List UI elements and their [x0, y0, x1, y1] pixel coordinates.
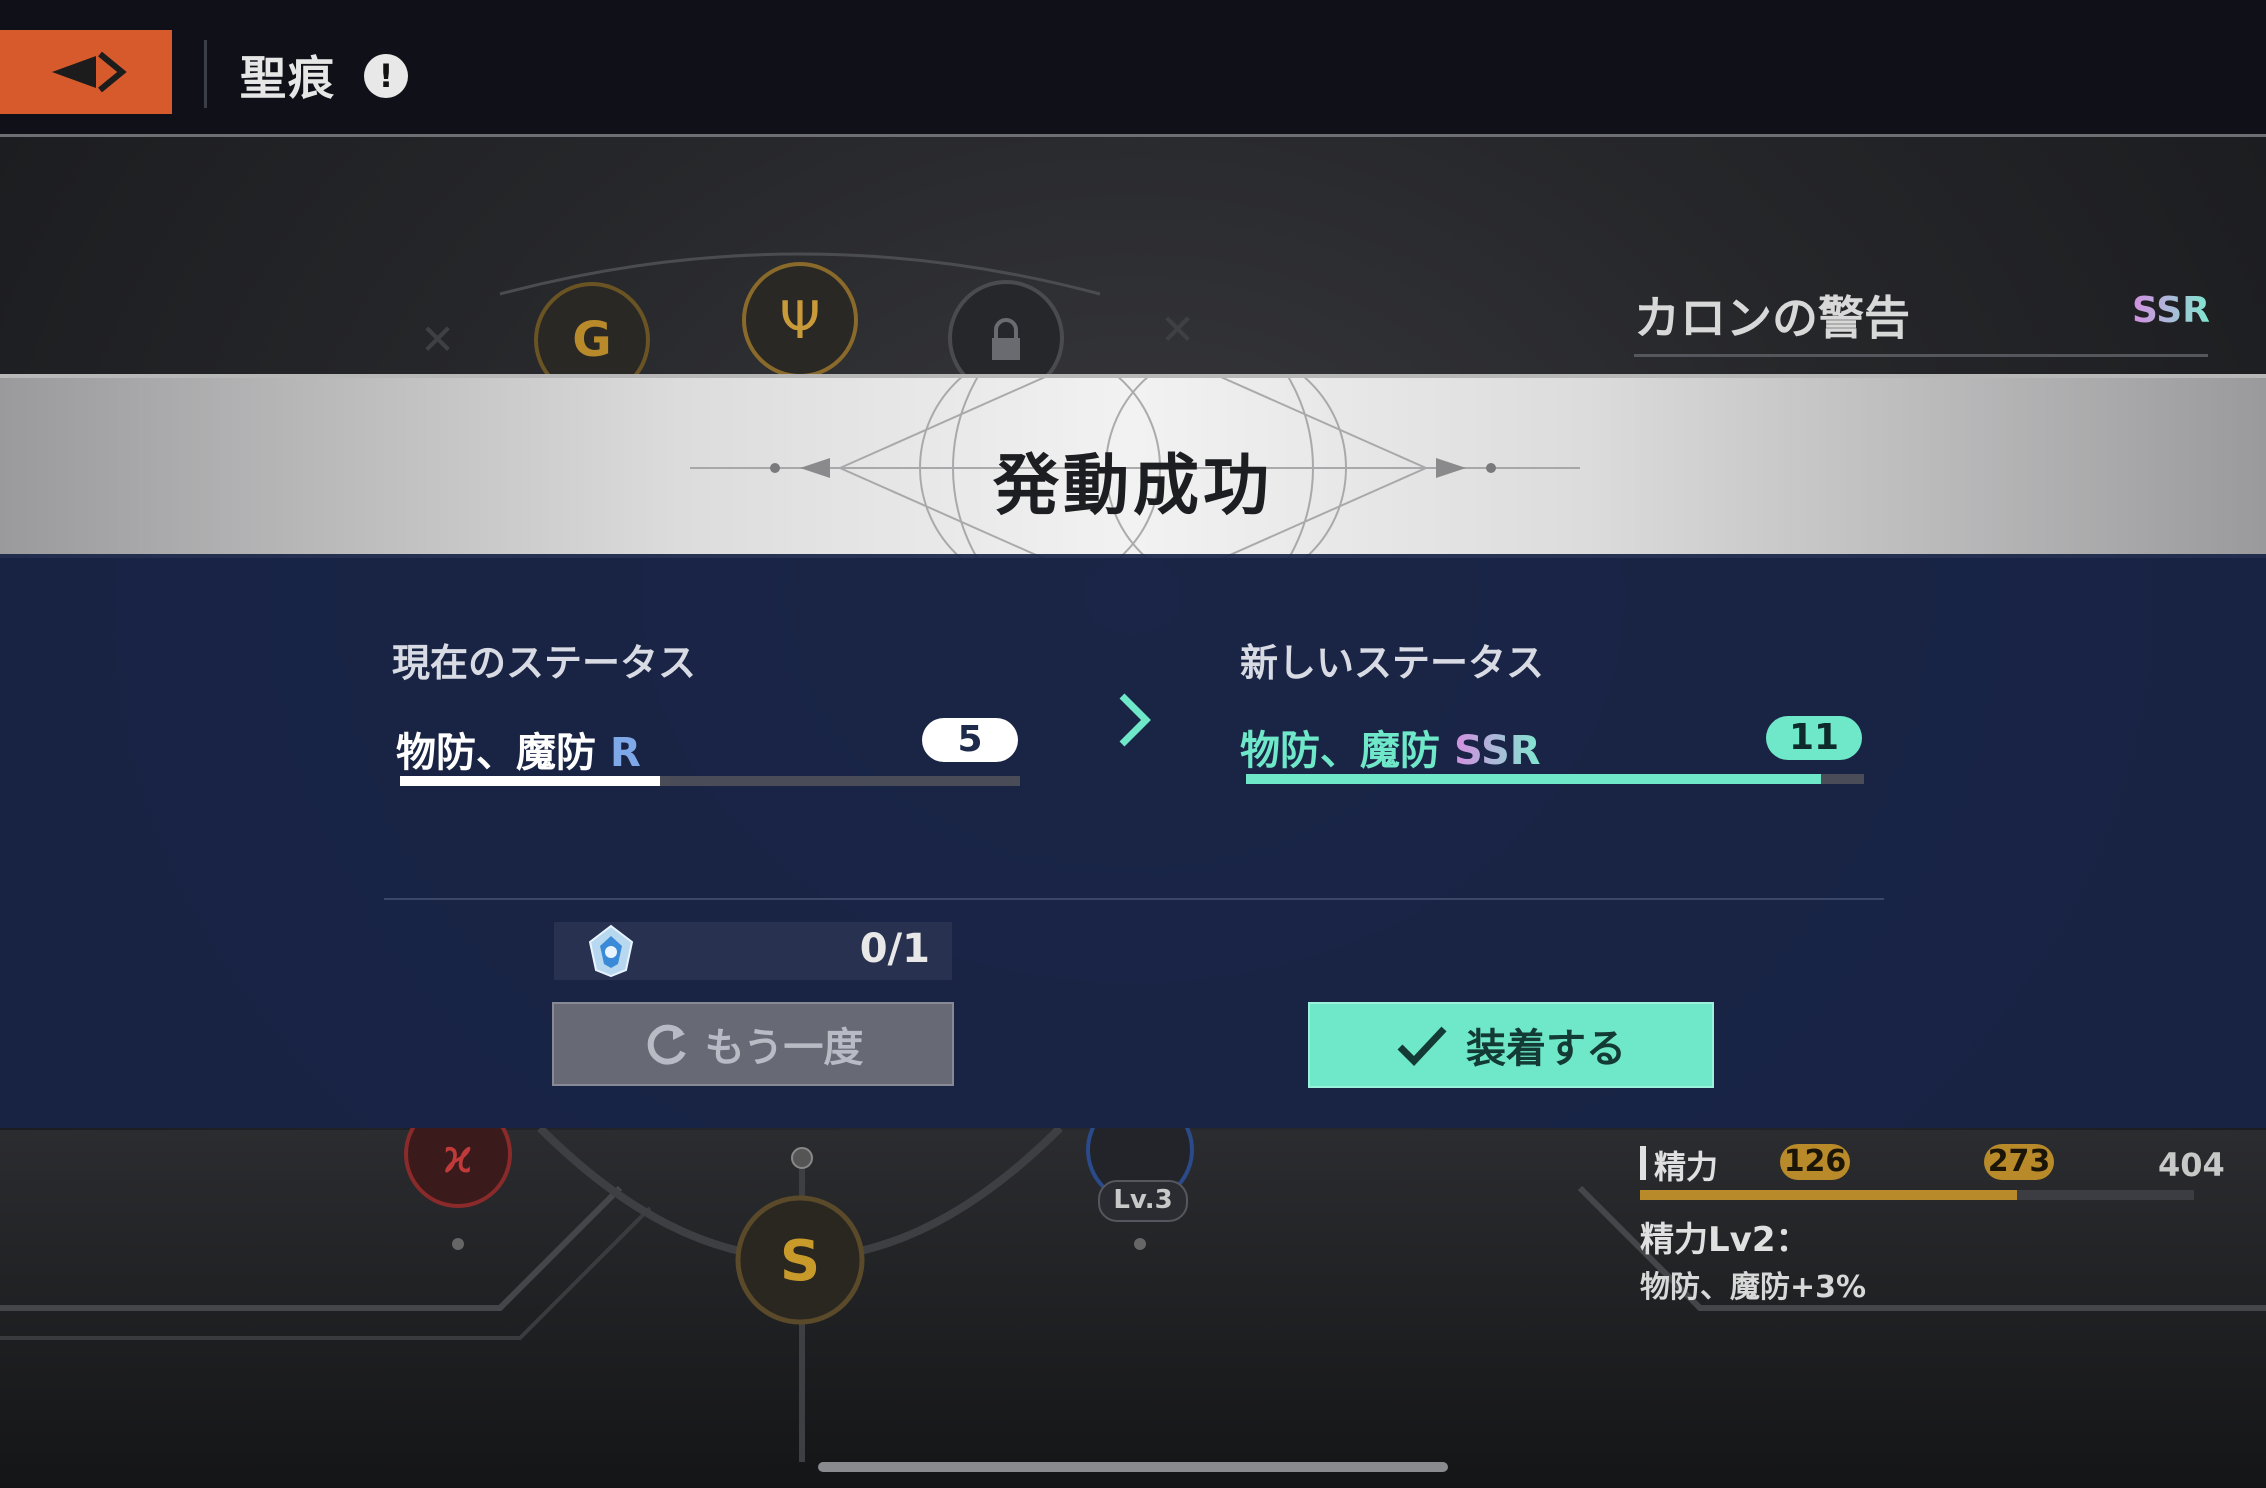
svg-text:ϰ: ϰ	[443, 1129, 474, 1183]
home-indicator[interactable]	[818, 1462, 1448, 1472]
panel-divider	[384, 898, 1884, 900]
current-stat-bar-fill	[400, 776, 661, 786]
chevron-right-icon	[1119, 693, 1151, 747]
stamina-level-text: 精力Lv2：	[1640, 1220, 1810, 1260]
stamina-effect-text: 物防、魔防+3%	[1640, 1270, 1867, 1305]
top-divider	[204, 40, 207, 108]
new-stat: 物防、魔防 SSR	[1240, 718, 1541, 776]
current-stat: 物防、魔防 R	[396, 720, 641, 778]
new-stat-rarity: SSR	[1453, 728, 1541, 774]
banner-title: 発動成功	[993, 447, 1273, 524]
checkmark-icon	[1397, 1026, 1447, 1067]
skill-tree-top-decoration: G Ψ ✕ ✕	[420, 252, 1195, 374]
stamina-max-value: 404	[2158, 1146, 2225, 1184]
current-value-badge: 5	[922, 718, 1018, 762]
new-status-heading: 新しいステータス	[1240, 641, 1545, 685]
stamina-current-value: 126	[1780, 1144, 1850, 1180]
stamina-bar-fill	[1640, 1190, 2017, 1200]
top-bar	[0, 0, 2266, 137]
equip-button[interactable]: 装着する	[1308, 1002, 1714, 1088]
current-status-heading: 現在のステータス	[392, 641, 697, 685]
equip-button-label: 装着する	[1466, 1026, 1626, 1072]
item-name: カロンの警告	[1634, 291, 1910, 345]
svg-text:G: G	[572, 312, 611, 368]
stamina-label: 精力	[1654, 1148, 1719, 1186]
skill-node-locked-icon	[948, 280, 1064, 374]
retry-button[interactable]: もう一度	[552, 1002, 954, 1086]
material-crystal-icon	[588, 924, 634, 978]
svg-text:S: S	[780, 1229, 820, 1294]
current-stat-rarity: R	[609, 730, 641, 776]
svg-text:Ψ: Ψ	[780, 291, 821, 351]
back-arrow-icon	[52, 51, 127, 93]
new-stat-bar	[1246, 774, 1864, 784]
stamina-next-value: 273	[1984, 1144, 2054, 1180]
item-name-underline	[1634, 354, 2208, 357]
new-stat-name: 物防、魔防	[1240, 728, 1440, 774]
new-stat-bar-fill	[1246, 774, 1821, 784]
skill-node-level-label: Lv.3	[1098, 1180, 1188, 1222]
success-banner: 発動成功	[0, 374, 2266, 558]
refresh-icon	[647, 1024, 686, 1065]
retry-button-label: もう一度	[704, 1025, 864, 1071]
item-rarity-badge: SSR	[2132, 290, 2210, 331]
new-value-badge: 11	[1766, 716, 1862, 760]
svg-text:✕: ✕	[1160, 305, 1195, 354]
material-count: 0/1	[859, 926, 930, 972]
stamina-bar	[1640, 1190, 2194, 1200]
back-button[interactable]	[0, 30, 172, 114]
result-panel	[0, 554, 2266, 1128]
svg-text:✕: ✕	[420, 315, 455, 364]
current-stat-name: 物防、魔防	[396, 730, 596, 776]
info-icon[interactable]: !	[364, 54, 408, 98]
page-title: 聖痕	[240, 51, 336, 105]
current-stat-bar	[400, 776, 1020, 786]
skill-tree-bottom-decoration: ϰ S	[0, 1128, 2266, 1462]
